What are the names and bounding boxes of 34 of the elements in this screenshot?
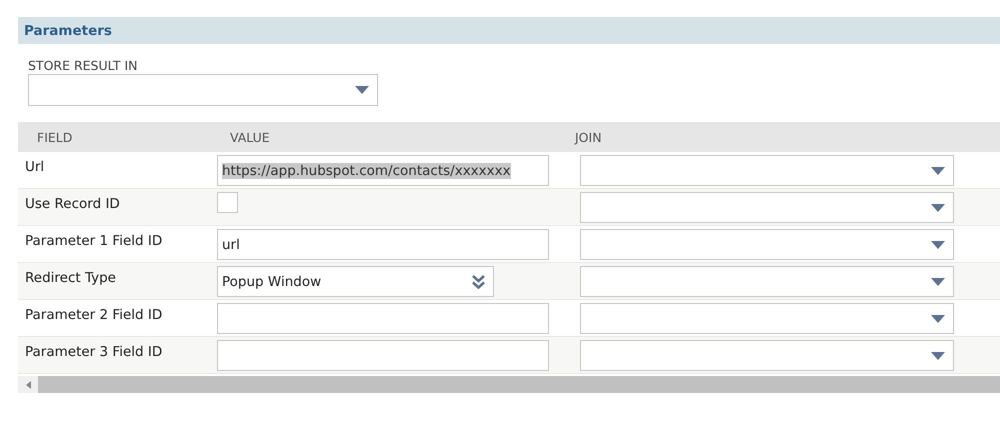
dropdown-arrow-icon [931,166,945,174]
join-dropdown[interactable] [580,192,954,223]
field-label: STORE RESULT IN [28,58,139,73]
join-dropdown[interactable] [580,340,954,371]
dropdown-arrow-icon [931,204,945,212]
join-dropdown[interactable] [580,155,954,186]
field-label: Use Record ID [25,196,120,212]
horizontal-scrollbar[interactable] [18,376,1000,393]
dropdown-arrow-icon [931,278,945,286]
text-field[interactable]: https://app.hubspot.com/contacts/xxxxxxx [217,155,549,186]
field-label: Redirect Type [25,270,116,286]
join-dropdown[interactable] [580,266,954,297]
field-label: Url [25,159,44,175]
dropdown-arrow-icon [931,240,945,248]
double-chevron-icon [472,274,485,288]
field-label: Parameter 3 Field ID [25,344,162,360]
scroll-left-icon[interactable] [26,380,30,388]
section-header: Parameters [18,17,1000,44]
field-label: Parameter 1 Field ID [25,233,162,249]
text-field[interactable] [217,303,549,334]
join-dropdown[interactable] [580,303,954,334]
column-header: JOIN [573,130,602,144]
join-dropdown[interactable] [580,229,954,260]
column-header: FIELD [36,130,74,144]
text-field[interactable] [217,340,549,371]
store-result-dropdown[interactable] [28,74,378,106]
text-field[interactable]: url [217,229,549,260]
select-field[interactable]: Popup Window [217,266,494,297]
field-label: Parameter 2 Field ID [25,307,162,323]
dropdown-arrow-icon [931,352,945,360]
checkbox[interactable] [217,192,238,213]
dropdown-arrow-icon [931,314,945,322]
column-header: VALUE [229,130,271,144]
dropdown-arrow-icon [355,86,369,94]
